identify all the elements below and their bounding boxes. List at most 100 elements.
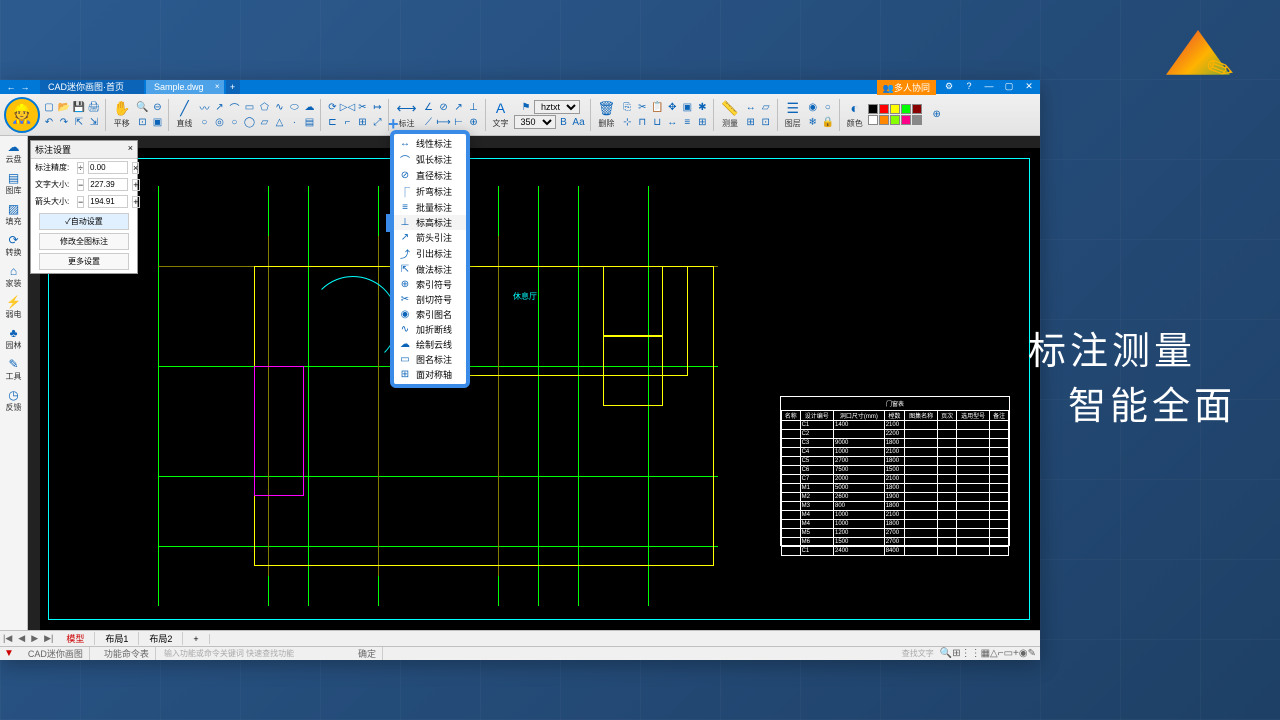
group-icon[interactable]: ⊞ [695, 115, 709, 129]
color-tool[interactable]: ◐颜色 [844, 97, 866, 133]
redo-icon[interactable]: ↷ [57, 115, 71, 129]
dropdown-item-8[interactable]: ⇱做法标注 [394, 262, 466, 277]
status-icon[interactable]: △ [990, 648, 998, 659]
rect-icon[interactable]: ▭ [242, 100, 256, 114]
sidebar-item-家装[interactable]: ⌂家装 [6, 264, 22, 289]
array-icon[interactable]: ⊞ [355, 115, 369, 129]
ray-icon[interactable]: ↗ [212, 100, 226, 114]
teamwork-button[interactable]: 👥多人协同 [877, 80, 936, 95]
color-palette[interactable] [868, 104, 922, 125]
block-icon[interactable]: ▣ [680, 100, 694, 114]
ellipse2-icon[interactable]: ○ [227, 115, 241, 129]
dropdown-item-2[interactable]: ⊘直径标注 [394, 168, 466, 183]
status-icon[interactable]: ✎ [1028, 648, 1036, 659]
tab-prev[interactable]: ◀ [15, 633, 28, 644]
polyline-icon[interactable]: 〰 [197, 100, 211, 114]
circle-icon[interactable]: ○ [197, 115, 211, 129]
hatch-icon[interactable]: ▤ [302, 115, 316, 129]
open-icon[interactable]: 📂 [57, 100, 71, 114]
zoom-fit-icon[interactable]: ⊡ [135, 115, 149, 129]
arc-icon[interactable]: ⌒ [227, 100, 241, 114]
text-tool[interactable]: A文字 [490, 97, 512, 133]
trim-icon[interactable]: ✂ [355, 100, 369, 114]
calc-icon[interactable]: ⊡ [759, 115, 773, 129]
sidebar-item-园林[interactable]: ♣园林 [6, 326, 22, 351]
measure-tool[interactable]: 📏测量 [718, 97, 741, 133]
arrowsize-input[interactable] [88, 195, 128, 208]
ellipse-icon[interactable]: ⬭ [287, 100, 301, 114]
zoom-out-icon[interactable]: ⊖ [150, 100, 164, 114]
print-icon[interactable]: 🖨 [87, 100, 101, 114]
dropdown-item-5[interactable]: ⊥标高标注 [394, 215, 466, 230]
close-button[interactable]: ✕ [1022, 81, 1036, 93]
more-icon[interactable]: ⊕ [930, 108, 944, 122]
status-icon[interactable]: ⊞ [952, 648, 960, 659]
fillet-icon[interactable]: ⌐ [340, 115, 354, 129]
sidebar-item-填充[interactable]: ▨填充 [6, 202, 22, 227]
lock-icon[interactable]: 🔒 [821, 115, 835, 129]
nav-forward[interactable]: → [18, 81, 32, 93]
region-icon[interactable]: ▱ [257, 115, 271, 129]
precision-down[interactable]: × [132, 162, 139, 174]
sidebar-item-反馈[interactable]: ◷反馈 [6, 388, 22, 413]
sidebar-item-弱电[interactable]: ⚡弱电 [6, 295, 22, 320]
font-select[interactable]: hztxt [534, 100, 580, 114]
status-icon[interactable]: ⋮⋮ [961, 648, 981, 659]
close-icon[interactable]: × [215, 80, 220, 94]
import-icon[interactable]: ⇲ [87, 115, 101, 129]
dropdown-item-12[interactable]: ∿加折断线 [394, 322, 466, 337]
polygon-icon[interactable]: ⬠ [257, 100, 271, 114]
offset-icon[interactable]: ⊏ [325, 115, 339, 129]
tab-layout1[interactable]: 布局1 [95, 632, 139, 645]
layer-tool[interactable]: ☰图层 [782, 97, 804, 133]
undo-icon[interactable]: ↶ [42, 115, 56, 129]
fontsize-select[interactable]: 350 [514, 115, 556, 129]
textsize-minus[interactable]: − [77, 179, 84, 191]
dropdown-item-7[interactable]: ⤴引出标注 [394, 245, 466, 262]
sidebar-item-转换[interactable]: ⟳转换 [6, 233, 22, 258]
tab-home[interactable]: CAD迷你画图·首页 [40, 80, 144, 94]
align-icon[interactable]: ≡ [680, 115, 694, 129]
stretch-icon[interactable]: ↔ [665, 115, 679, 129]
auto-settings-button[interactable]: ✓自动设置 [39, 213, 129, 230]
donut-icon[interactable]: ◎ [212, 115, 226, 129]
mirror-icon[interactable]: ▷◁ [340, 100, 354, 114]
copy-icon[interactable]: ⎘ [620, 100, 634, 114]
tab-next[interactable]: ▶ [28, 633, 41, 644]
dropdown-item-11[interactable]: ◉索引图名 [394, 307, 466, 322]
status-icon[interactable]: ▭ [1004, 648, 1013, 659]
dist-icon[interactable]: ↔ [744, 100, 758, 114]
layeron-icon[interactable]: ◉ [806, 100, 820, 114]
tab-model[interactable]: 模型 [56, 632, 95, 645]
textsize-plus[interactable]: + [132, 179, 139, 191]
sidebar-item-云盘[interactable]: ☁云盘 [6, 140, 22, 165]
dropdown-item-6[interactable]: ↗箭头引注 [394, 230, 466, 245]
paste-icon[interactable]: 📋 [650, 100, 664, 114]
pan-tool[interactable]: ✋平移 [110, 97, 133, 133]
command-input[interactable]: 输入功能或命令关键词 快速查找功能 [164, 648, 344, 659]
tab-layout2[interactable]: 布局2 [139, 632, 183, 645]
nav-back[interactable]: ← [4, 81, 18, 93]
cloud-icon[interactable]: ☁ [302, 100, 316, 114]
tab-last[interactable]: ▶| [41, 633, 56, 644]
tab-sample[interactable]: Sample.dwg× [146, 80, 224, 94]
avatar[interactable]: 👷 [4, 97, 40, 133]
center-icon[interactable]: ⊕ [467, 115, 481, 129]
join-icon[interactable]: ⊔ [650, 115, 664, 129]
rotate-icon[interactable]: ⟳ [325, 100, 339, 114]
dropdown-item-15[interactable]: ⊞面对称轴 [394, 367, 466, 382]
triangle-icon[interactable]: △ [272, 115, 286, 129]
dropdown-item-3[interactable]: ⎾折弯标注 [394, 183, 466, 200]
bold-icon[interactable]: B [557, 115, 571, 129]
explode-icon[interactable]: ✱ [695, 100, 709, 114]
status-icon[interactable]: ▦ [981, 648, 990, 659]
arrowsize-plus[interactable]: + [132, 196, 139, 208]
table-icon[interactable]: ⊞ [744, 115, 758, 129]
ring-icon[interactable]: ◯ [242, 115, 256, 129]
dropdown-item-14[interactable]: ▭图名标注 [394, 352, 466, 367]
spline-icon[interactable]: ∿ [272, 100, 286, 114]
tab-first[interactable]: |◀ [0, 633, 15, 644]
ordinate-icon[interactable]: ⊥ [467, 100, 481, 114]
freeze-icon[interactable]: ❄ [806, 115, 820, 129]
angle-dim-icon[interactable]: ∠ [422, 100, 436, 114]
